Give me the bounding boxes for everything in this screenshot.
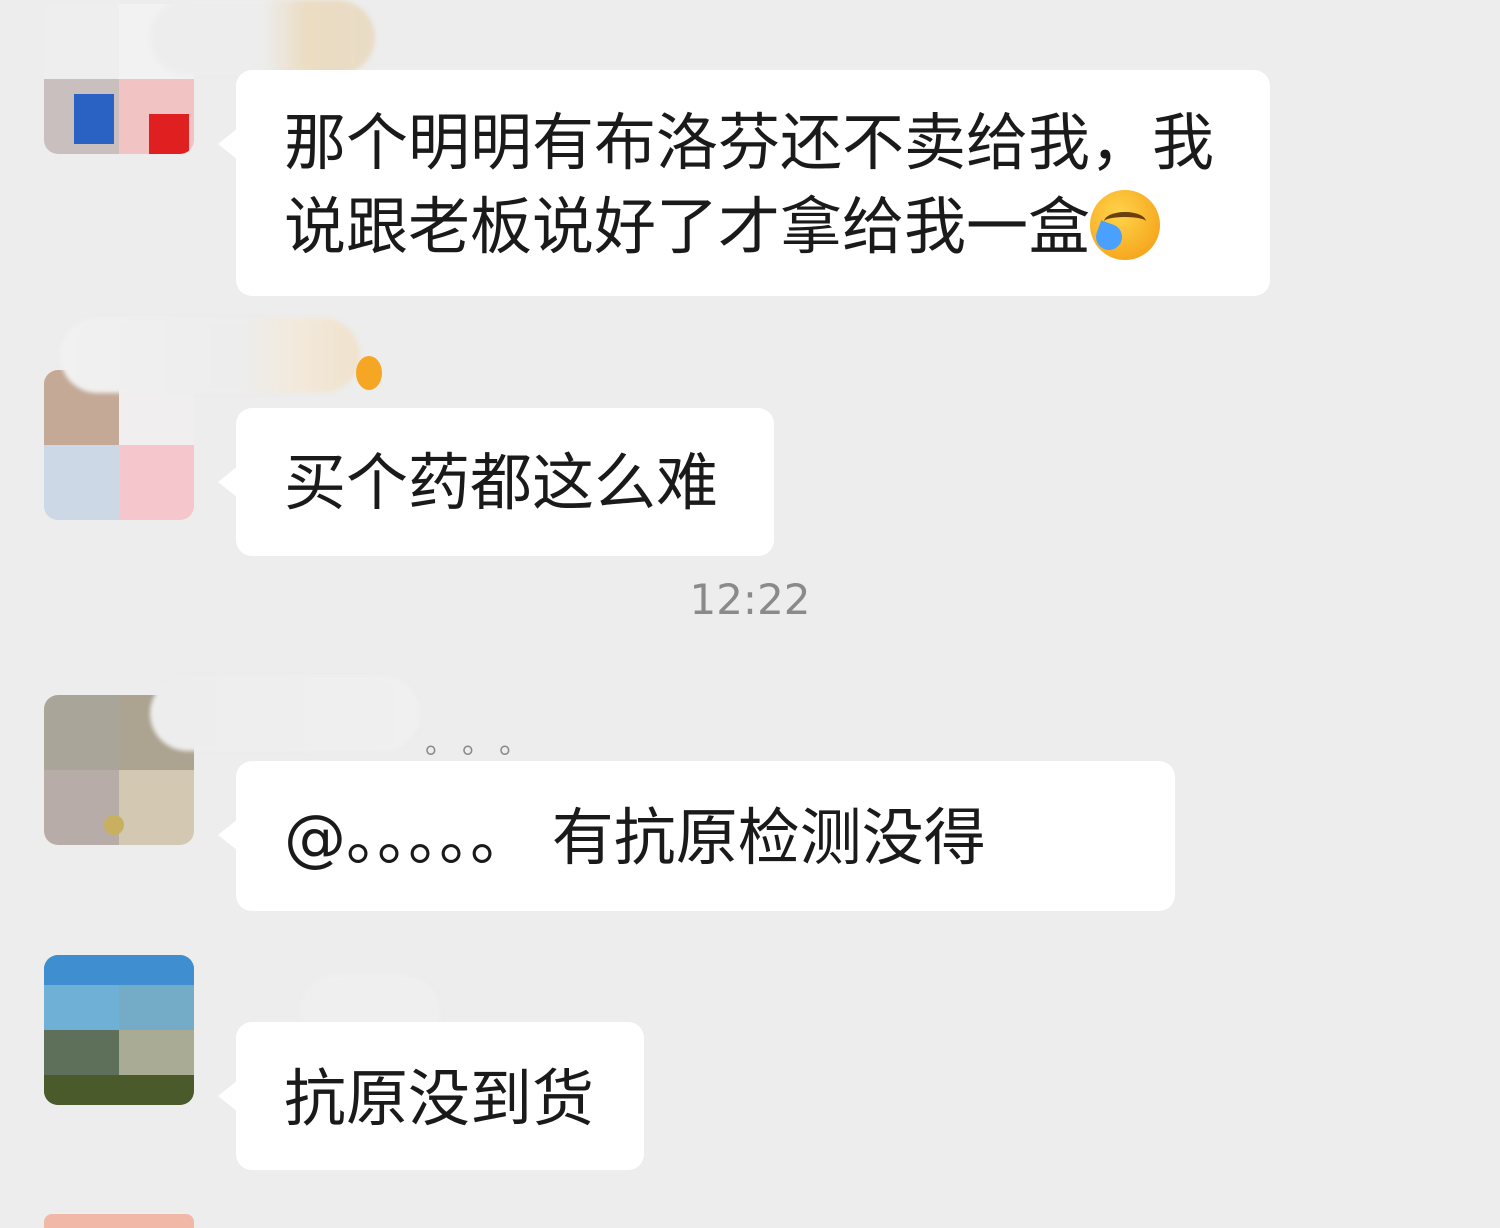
message-text: @。。。。。 有抗原检测没得 bbox=[284, 801, 986, 874]
message-bubble[interactable]: 买个药都这么难 bbox=[218, 408, 774, 556]
message-text: 那个明明有布洛芬还不卖给我，我说跟老板说好了才拿给我一盒 bbox=[284, 106, 1215, 263]
sender-name-dots: 。。。 bbox=[425, 726, 551, 761]
sender-name-blurred bbox=[150, 676, 420, 751]
face-covering-eyes-crying-emoji bbox=[1090, 190, 1161, 260]
sender-name-blurred bbox=[60, 318, 360, 393]
message-text: 买个药都这么难 bbox=[284, 446, 719, 519]
message-bubble[interactable]: @。。。。。 有抗原检测没得 bbox=[218, 761, 1175, 911]
avatar[interactable] bbox=[44, 955, 194, 1105]
timestamp: 12:22 bbox=[689, 575, 811, 624]
sun-icon bbox=[356, 356, 382, 390]
sender-name-blurred bbox=[150, 0, 375, 75]
avatar[interactable] bbox=[44, 1214, 194, 1228]
message-text: 抗原没到货 bbox=[284, 1062, 595, 1135]
message-bubble[interactable]: 抗原没到货 bbox=[218, 1022, 644, 1170]
message-bubble[interactable]: 那个明明有布洛芬还不卖给我，我说跟老板说好了才拿给我一盒 bbox=[218, 70, 1270, 296]
